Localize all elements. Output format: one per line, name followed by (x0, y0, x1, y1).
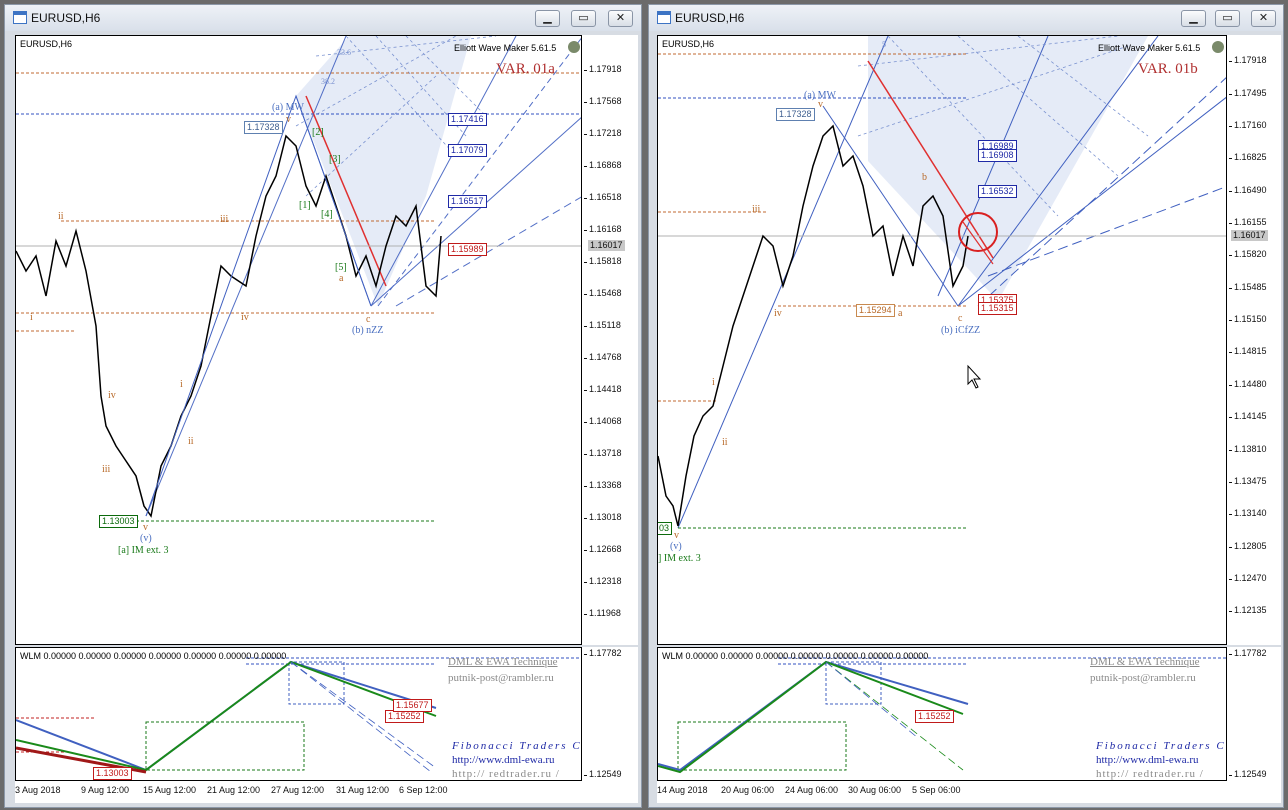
wave-label-v: (v) (670, 541, 682, 552)
maximize-button[interactable]: ▭ (571, 10, 596, 27)
credit-club: Fibonacci Traders Club (452, 740, 582, 752)
price-tag-target-3: 1.16517 (448, 195, 487, 208)
time-axis: 14 Aug 2018 20 Aug 06:00 24 Aug 06:00 30… (657, 781, 1281, 803)
wave-label-i: i (30, 312, 33, 323)
indicator-subwindow[interactable]: WLM 0.00000 0.00000 0.00000 0.00000 0.00… (657, 647, 1227, 781)
wave-label-n5: [5] (335, 262, 347, 273)
indicator-logo-icon (568, 41, 580, 53)
window-title: EURUSD,H6 (675, 11, 745, 25)
wave-label-i: i (712, 377, 715, 388)
price-tag-high: 1.17328 (244, 121, 283, 134)
credit-email: putnik-post@rambler.ru (1090, 672, 1196, 684)
price-chart-drawing (16, 36, 581, 522)
wave-label-c: c (958, 313, 963, 324)
wave-label-ii: ii (58, 211, 64, 222)
credit-technique: DML & EWA Technique (448, 656, 558, 668)
price-tag-a-level: 1.15294 (856, 304, 895, 317)
price-chart[interactable]: EURUSD,H6 Elliott Wave Maker 5.61.5 VAR.… (657, 35, 1227, 645)
chart-symbol-label: EURUSD,H6 (662, 39, 715, 49)
close-button[interactable]: ✕ (1251, 10, 1276, 27)
wave-label-v2: v (818, 99, 823, 110)
sub-price-tag-2: 1.15677 (393, 699, 432, 712)
price-tag-stop: 1.15989 (448, 243, 487, 256)
price-tag-high: 1.17328 (776, 108, 815, 121)
credit-url-2[interactable]: http:// redtrader.ru / (452, 768, 560, 780)
wave-label-ii: ii (722, 437, 728, 448)
sub-price-tag-1: 1.15252 (915, 710, 954, 723)
wave-label-im: [a] IM ext. 3 (118, 545, 169, 556)
minimize-button[interactable]: ▁ (535, 10, 560, 27)
fib-label-1: 23.6 (337, 48, 351, 57)
wave-label-n1: [1] (299, 200, 311, 211)
chart-window-icon (657, 11, 671, 24)
price-tag-target-3: 1.16532 (978, 185, 1017, 198)
indicator-name-label: Elliott Wave Maker 5.61.5 (1098, 43, 1201, 53)
wave-label-n3: [3] (329, 154, 341, 165)
wave-label-i2: i (180, 379, 183, 390)
wave-label-v2: v (286, 114, 291, 125)
wave-label-v3: v (674, 530, 679, 541)
wave-label-v: (v) (140, 533, 152, 544)
chart-symbol-label: EURUSD,H6 (20, 39, 73, 49)
close-button[interactable]: ✕ (608, 10, 633, 27)
current-price-tag: 1.16017 (1231, 230, 1268, 241)
wave-label-c: c (366, 314, 371, 325)
wave-label-a: a (898, 308, 903, 319)
price-axis: 1.17918 1.17568 1.17218 1.16868 1.16518 … (582, 35, 638, 657)
wave-label-n4: [4] (321, 209, 333, 220)
wave-label-bnzz: (b) nZZ (352, 325, 384, 336)
wave-label-a: a (339, 273, 344, 284)
credit-url-1[interactable]: http://www.dml-ewa.ru (452, 754, 555, 766)
chart-window-left[interactable]: EURUSD,H6 ▁ ▭ ✕ EURUSD,H6 Elliott Wave M… (4, 4, 642, 808)
price-chart-drawing (658, 36, 1226, 529)
credit-url-1[interactable]: http://www.dml-ewa.ru (1096, 754, 1199, 766)
fib-label-2: 38.2 (321, 77, 335, 86)
window-titlebar[interactable]: EURUSD,H6 ▁ ▭ ✕ (649, 5, 1283, 31)
indicator-values-label: WLM 0.00000 0.00000 0.00000 0.00000 0.00… (662, 651, 929, 661)
chart-window-right[interactable]: EURUSD,H6 ▁ ▭ ✕ EURUSD,H6 Elliott Wave M… (648, 4, 1284, 808)
price-tag-low: 03 (658, 522, 673, 535)
chart-window-icon (13, 11, 27, 24)
wave-label-bicfzz: (b) iCfZZ (941, 325, 981, 336)
window-title: EURUSD,H6 (31, 11, 101, 25)
price-tag-target-1: 1.17416 (448, 113, 487, 126)
variant-label: VAR. 01a (496, 61, 555, 77)
indicator-subwindow[interactable]: WLM 0.00000 0.00000 0.00000 0.00000 0.00… (15, 647, 582, 781)
maximize-button[interactable]: ▭ (1215, 10, 1240, 27)
credit-club: Fibonacci Traders Club (1096, 740, 1226, 752)
variant-label: VAR. 01b (1138, 61, 1198, 77)
wave-label-b: b (922, 172, 927, 183)
price-tag-stop-2: 1.15315 (978, 302, 1017, 315)
credit-technique: DML & EWA Technique (1090, 656, 1200, 668)
wave-label-amw: (a) MW (272, 102, 304, 113)
time-axis: 3 Aug 2018 9 Aug 12:00 15 Aug 12:00 21 A… (15, 781, 638, 803)
current-price-tag: 1.16017 (588, 240, 625, 251)
credit-url-2[interactable]: http:// redtrader.ru / (1096, 768, 1204, 780)
wave-label-ii2: ii (188, 436, 194, 447)
wave-label-iv: iv (774, 308, 782, 319)
indicator-name-label: Elliott Wave Maker 5.61.5 (454, 43, 557, 53)
wave-label-v3: v (143, 522, 148, 533)
wave-label-iii: iii (752, 204, 761, 215)
window-titlebar[interactable]: EURUSD,H6 ▁ ▭ ✕ (5, 5, 641, 31)
price-chart[interactable]: EURUSD,H6 Elliott Wave Maker 5.61.5 VAR.… (15, 35, 582, 645)
wave-label-im: ] IM ext. 3 (658, 553, 701, 564)
minimize-button[interactable]: ▁ (1181, 10, 1206, 27)
wave-label-n2: [2] (312, 127, 324, 138)
sub-price-axis: 1.17782 1.12549 (582, 647, 638, 781)
wave-label-iv2: iv (241, 312, 249, 323)
wave-label-iii2: iii (220, 214, 229, 225)
price-axis: 1.17918 1.17495 1.17160 1.16825 1.16490 … (1227, 35, 1281, 645)
credit-email: putnik-post@rambler.ru (448, 672, 554, 684)
sub-price-tag-3: 1.13003 (93, 767, 132, 780)
wave-label-iii: iii (102, 464, 111, 475)
indicator-values-label: WLM 0.00000 0.00000 0.00000 0.00000 0.00… (20, 651, 287, 661)
fib-label-1: 5 (882, 40, 886, 49)
price-tag-target-2: 1.17079 (448, 144, 487, 157)
wave-label-iv: iv (108, 390, 116, 401)
price-tag-target-2: 1.16908 (978, 149, 1017, 162)
indicator-logo-icon (1212, 41, 1224, 53)
sub-price-axis: 1.17782 1.12549 (1227, 647, 1281, 781)
price-tag-low: 1.13003 (99, 515, 138, 528)
